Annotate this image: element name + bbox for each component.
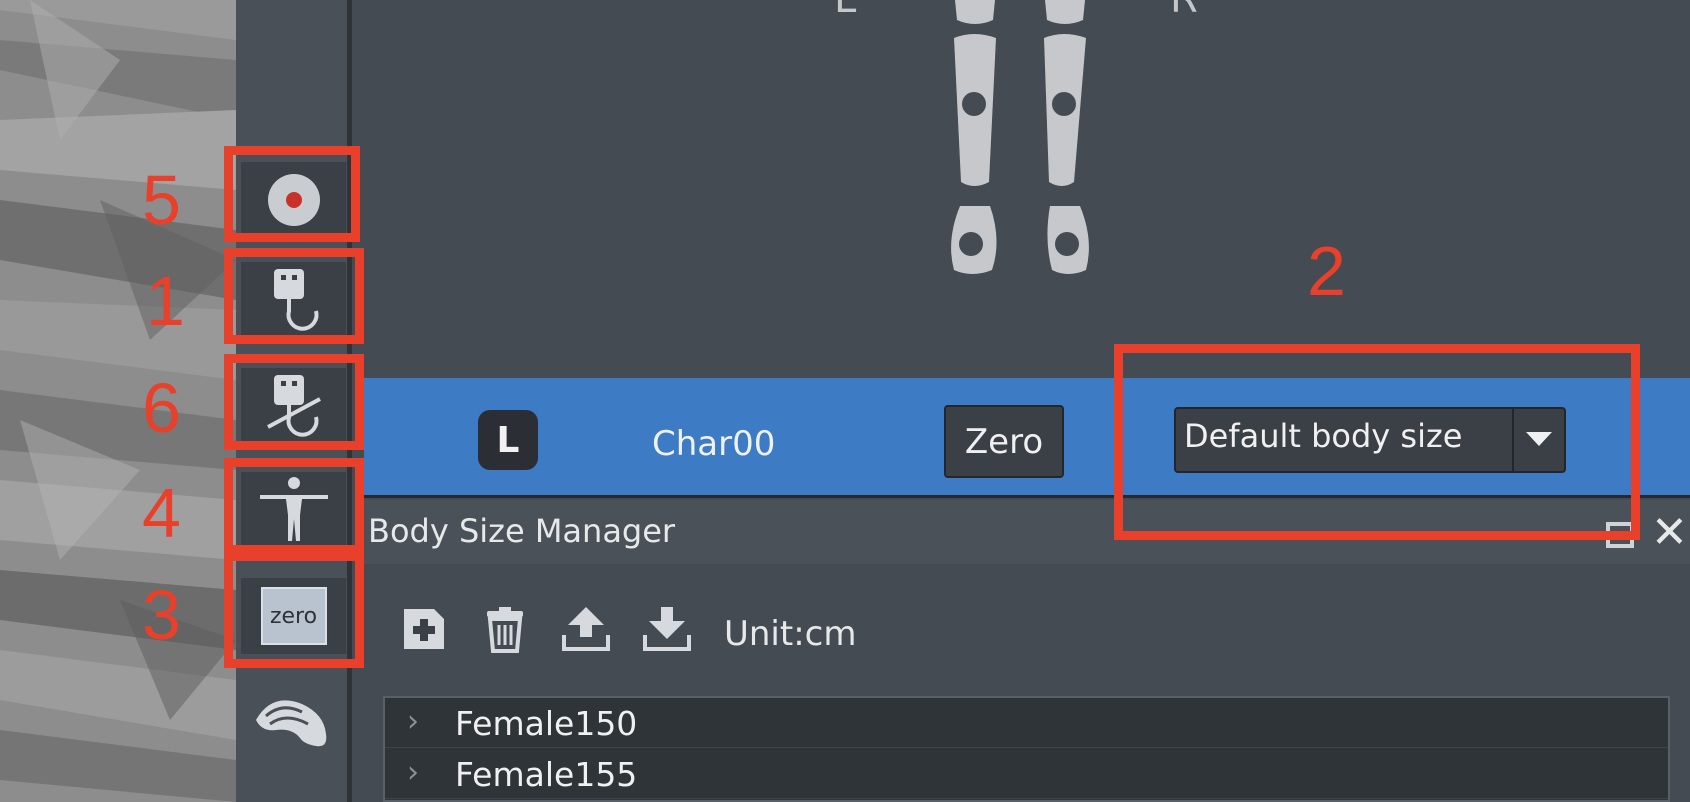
zero-pose-button[interactable]: zero xyxy=(241,578,346,654)
left-side-label: L xyxy=(834,0,856,22)
viewport-background xyxy=(0,0,236,802)
usb-disconnect-icon xyxy=(264,371,324,441)
add-profile-button[interactable] xyxy=(398,605,450,657)
profile-label: Female150 xyxy=(455,704,638,743)
lock-badge[interactable]: L xyxy=(478,410,538,470)
add-icon xyxy=(400,605,448,657)
chevron-right-icon[interactable]: › xyxy=(407,704,419,739)
body-size-select-value: Default body size xyxy=(1184,417,1463,455)
import-icon xyxy=(641,605,693,657)
close-icon[interactable]: ✕ xyxy=(1651,508,1688,558)
disconnect-device-button[interactable] xyxy=(241,368,346,444)
chevron-right-icon[interactable]: › xyxy=(407,755,419,790)
record-button[interactable] xyxy=(241,162,346,238)
profile-label: Female155 xyxy=(455,755,638,794)
chevron-down-icon[interactable] xyxy=(1512,409,1564,471)
usb-connect-icon xyxy=(264,265,324,335)
delete-icon xyxy=(481,605,529,657)
body-size-select[interactable]: Default body size xyxy=(1174,407,1566,473)
import-profile-button[interactable] xyxy=(641,605,693,657)
record-icon xyxy=(264,170,324,230)
character-name: Char00 xyxy=(652,424,776,464)
right-side-label: R xyxy=(1170,0,1198,22)
t-pose-button[interactable] xyxy=(241,472,346,548)
mouse-button[interactable] xyxy=(252,690,332,760)
export-icon xyxy=(560,605,612,657)
list-item[interactable]: › Female155 xyxy=(385,749,1668,799)
panel-title: Body Size Manager xyxy=(368,512,676,550)
connect-device-button[interactable] xyxy=(241,262,346,338)
float-panel-icon[interactable] xyxy=(1606,522,1634,548)
zero-icon: zero xyxy=(260,587,327,645)
list-item[interactable]: › Female150 xyxy=(385,698,1668,748)
t-pose-icon xyxy=(254,475,334,545)
unit-label: Unit:cm xyxy=(724,614,857,654)
mouse-icon xyxy=(252,700,332,764)
skeleton-legs-figure xyxy=(951,0,1089,274)
skeleton-view xyxy=(352,0,1690,378)
zero-button[interactable]: Zero xyxy=(944,405,1064,478)
delete-profile-button[interactable] xyxy=(479,605,531,657)
body-size-manager-header: Body Size Manager xyxy=(364,500,1690,564)
export-profile-button[interactable] xyxy=(560,605,612,657)
body-size-profile-list: › Female150 › Female155 xyxy=(383,696,1670,802)
